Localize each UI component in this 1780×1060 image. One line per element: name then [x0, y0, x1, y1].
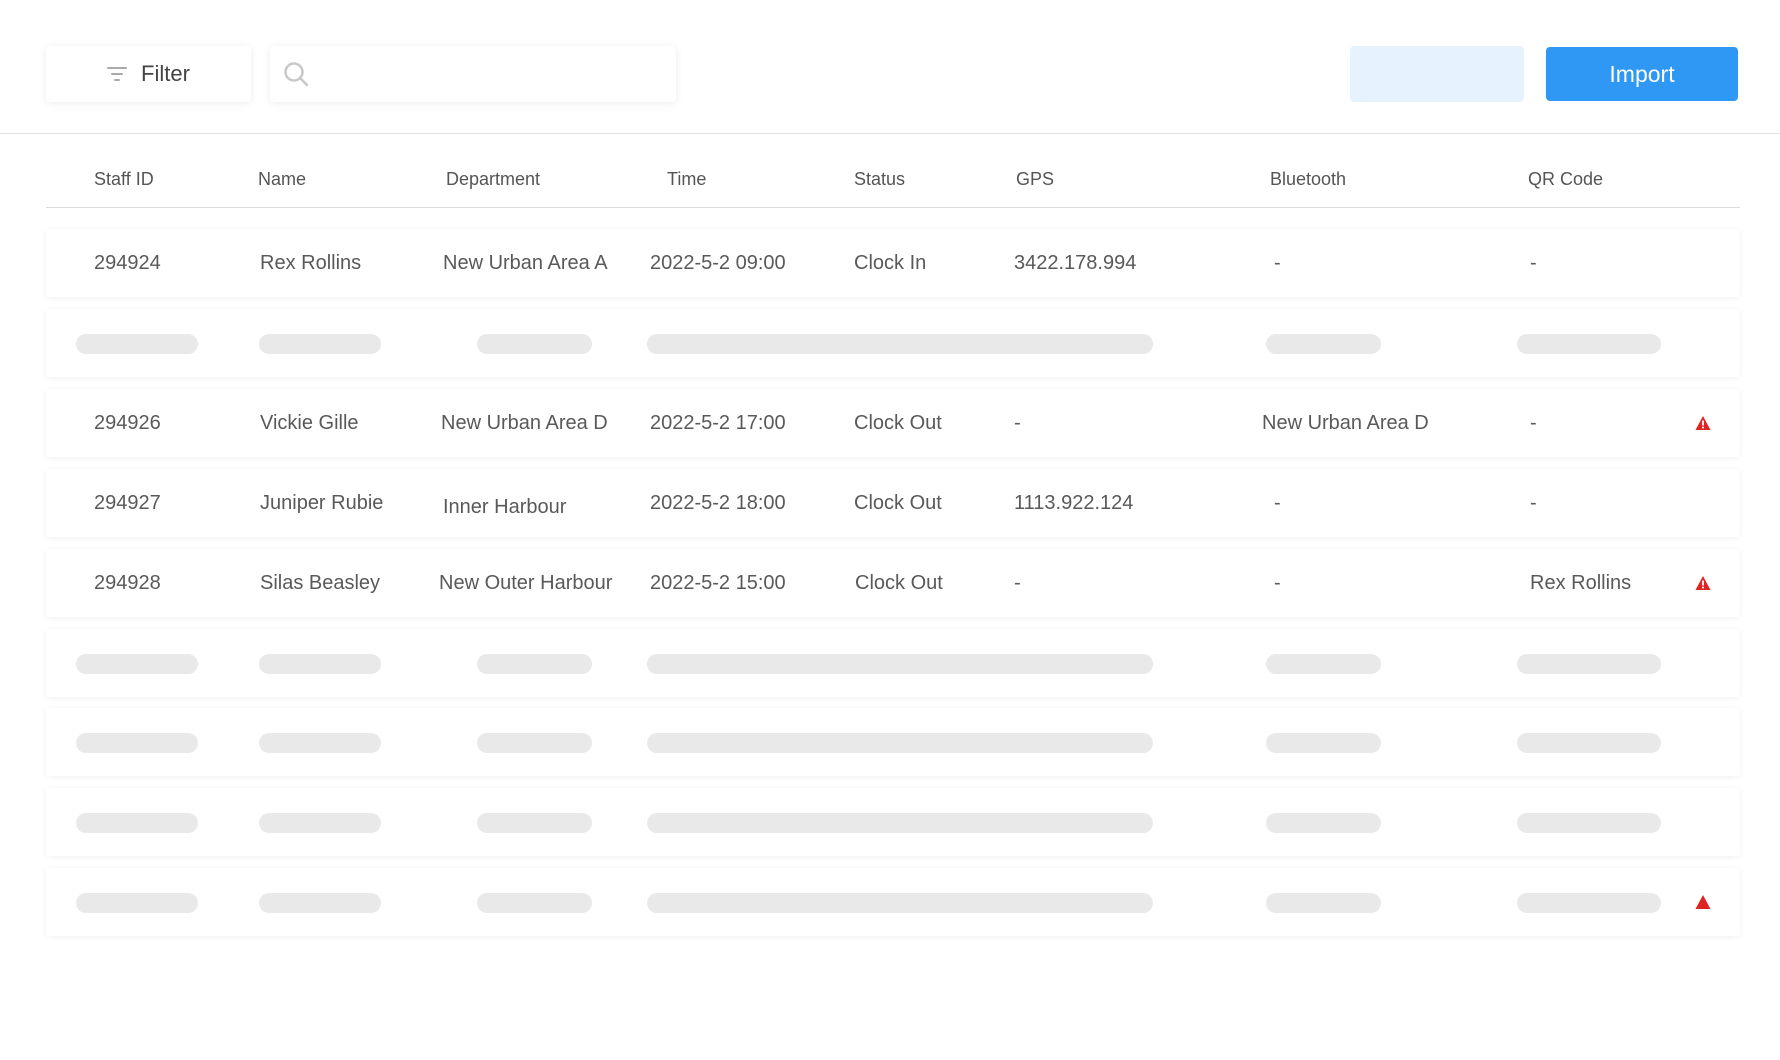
skeleton-bar — [647, 813, 1153, 833]
cell-name: Juniper Rubie — [260, 492, 384, 514]
column-header-department[interactable]: Department — [446, 169, 540, 190]
table-row-loading — [46, 788, 1740, 856]
import-button[interactable]: Import — [1546, 47, 1738, 101]
attendance-table: Staff ID Name Department Time Status GPS… — [46, 133, 1740, 936]
column-header-time[interactable]: Time — [667, 169, 706, 190]
cell-qr-code: - — [1530, 252, 1537, 274]
skeleton-bar — [647, 733, 1153, 753]
cell-gps: 3422.178.994 — [1014, 252, 1137, 274]
skeleton-bar — [1517, 733, 1661, 753]
skeleton-bar — [76, 733, 198, 753]
column-header-status[interactable]: Status — [854, 169, 905, 190]
cell-qr-code: - — [1530, 492, 1537, 514]
skeleton-bar — [76, 893, 198, 913]
filter-icon — [107, 67, 128, 81]
cell-status: Clock Out — [854, 492, 942, 514]
cell-gps: - — [1014, 412, 1021, 434]
search-icon — [284, 62, 309, 87]
cell-bluetooth: - — [1274, 492, 1281, 514]
search-input[interactable] — [322, 54, 666, 96]
skeleton-bar — [1517, 654, 1661, 674]
warning-icon[interactable] — [1695, 894, 1711, 910]
skeleton-bar — [1517, 334, 1661, 354]
cell-gps: 1113.922.124 — [1014, 492, 1134, 514]
cell-bluetooth: New Urban Area D — [1262, 412, 1429, 434]
skeleton-bar — [1266, 893, 1381, 913]
skeleton-bar — [647, 654, 1153, 674]
table-row-loading — [46, 868, 1740, 936]
cell-name: Rex Rollins — [260, 252, 362, 274]
column-header-name[interactable]: Name — [258, 169, 306, 190]
skeleton-bar — [477, 733, 592, 753]
cell-status: Clock Out — [855, 572, 943, 594]
cell-staff-id: 294926 — [94, 412, 161, 434]
skeleton-bar — [76, 654, 198, 674]
table-row[interactable]: 294926 Vickie Gille New Urban Area D 202… — [46, 389, 1740, 457]
skeleton-bar — [477, 654, 592, 674]
warning-icon[interactable] — [1695, 415, 1711, 431]
skeleton-bar — [647, 334, 1153, 354]
table-row-loading — [46, 629, 1740, 697]
cell-time: 2022-5-2 17:00 — [650, 412, 786, 434]
cell-staff-id: 294928 — [94, 572, 161, 594]
cell-department: Inner Harbour — [443, 496, 567, 518]
toolbar: Filter Import — [0, 0, 1780, 134]
skeleton-bar — [647, 893, 1153, 913]
skeleton-bar — [1517, 893, 1661, 913]
cell-status: Clock In — [854, 252, 927, 274]
cell-bluetooth: - — [1274, 572, 1281, 594]
cell-staff-id: 294924 — [94, 252, 161, 274]
table-row[interactable]: 294927 Juniper Rubie Inner Harbour 2022-… — [46, 469, 1740, 537]
skeleton-bar — [1266, 733, 1381, 753]
cell-staff-id: 294927 — [94, 492, 161, 514]
skeleton-bar — [477, 334, 592, 354]
column-header-qr-code[interactable]: QR Code — [1528, 169, 1603, 190]
cell-department: New Urban Area D — [441, 412, 608, 434]
cell-department: New Outer Harbour — [439, 572, 613, 594]
cell-time: 2022-5-2 15:00 — [650, 572, 786, 594]
column-header-gps[interactable]: GPS — [1016, 169, 1054, 190]
search-box[interactable] — [270, 46, 676, 102]
cell-gps: - — [1014, 572, 1021, 594]
cell-department: New Urban Area A — [443, 252, 608, 274]
table-row[interactable]: 294924 Rex Rollins New Urban Area A 2022… — [46, 229, 1740, 297]
skeleton-bar — [76, 334, 198, 354]
skeleton-bar — [1266, 334, 1381, 354]
filter-button[interactable]: Filter — [46, 46, 251, 102]
table-header: Staff ID Name Department Time Status GPS… — [46, 133, 1740, 208]
table-row-loading — [46, 309, 1740, 377]
skeleton-bar — [477, 813, 592, 833]
cell-qr-code: - — [1530, 412, 1537, 434]
secondary-action-button[interactable] — [1350, 46, 1524, 102]
cell-name: Vickie Gille — [260, 412, 359, 434]
skeleton-bar — [259, 654, 381, 674]
cell-bluetooth: - — [1274, 252, 1281, 274]
cell-qr-code: Rex Rollins — [1530, 572, 1632, 594]
column-header-bluetooth[interactable]: Bluetooth — [1270, 169, 1346, 190]
table-row[interactable]: 294928 Silas Beasley New Outer Harbour 2… — [46, 549, 1740, 617]
skeleton-bar — [259, 733, 381, 753]
cell-time: 2022-5-2 09:00 — [650, 252, 786, 274]
skeleton-bar — [259, 813, 381, 833]
cell-time: 2022-5-2 18:00 — [650, 492, 786, 514]
skeleton-bar — [1517, 813, 1661, 833]
skeleton-bar — [259, 334, 381, 354]
skeleton-bar — [1266, 654, 1381, 674]
filter-button-label: Filter — [141, 61, 190, 86]
skeleton-bar — [1266, 813, 1381, 833]
warning-icon[interactable] — [1695, 575, 1711, 591]
cell-name: Silas Beasley — [260, 572, 381, 594]
cell-status: Clock Out — [854, 412, 942, 434]
skeleton-bar — [477, 893, 592, 913]
skeleton-bar — [76, 813, 198, 833]
table-row-loading — [46, 708, 1740, 776]
skeleton-bar — [259, 893, 381, 913]
column-header-staff-id[interactable]: Staff ID — [94, 169, 154, 190]
